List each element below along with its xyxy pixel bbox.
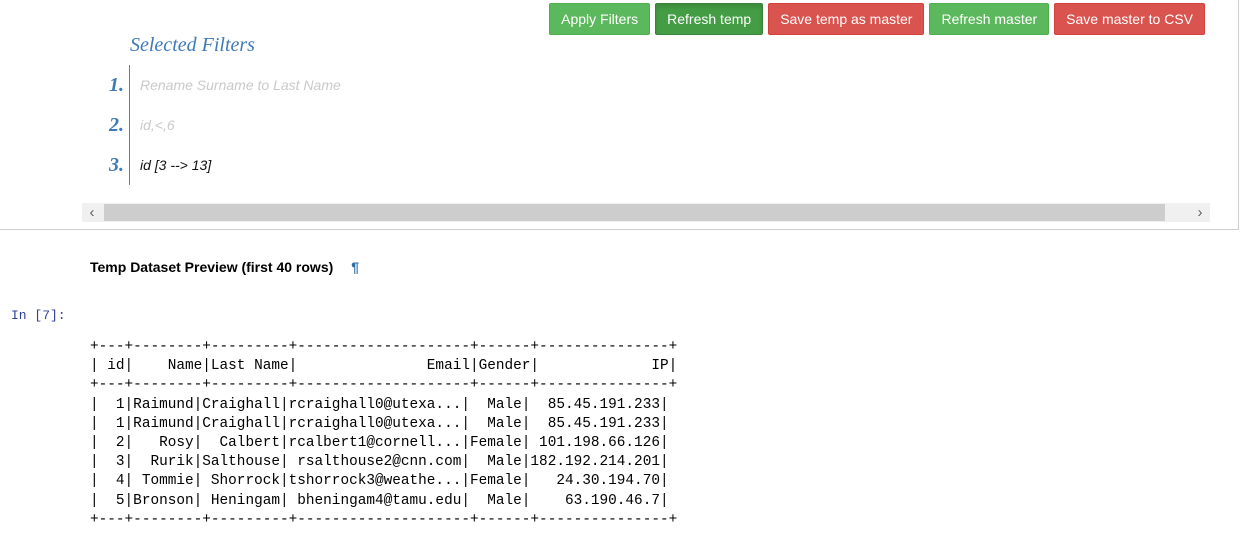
- table-border-line: +---+--------+---------+----------------…: [90, 511, 678, 528]
- filter-item[interactable]: 3. id [3 --> 13]: [100, 145, 700, 185]
- filter-text: id,<,6: [129, 105, 175, 145]
- table-row: | 4| Tommie| Shorrock|tshorrock3@weathe.…: [90, 473, 669, 490]
- refresh-master-button[interactable]: Refresh master: [929, 3, 1050, 35]
- filter-text: id [3 --> 13]: [129, 145, 211, 185]
- preview-heading-text: Temp Dataset Preview (first 40 rows): [90, 259, 334, 275]
- selected-filters-title: Selected Filters: [130, 34, 255, 56]
- dataset-preview-output: +---+--------+---------+----------------…: [90, 338, 677, 530]
- table-row: | 2| Rosy| Calbert|rcalbert1@cornell...|…: [90, 435, 669, 452]
- scroll-right-icon[interactable]: ›: [1190, 203, 1210, 222]
- filter-item[interactable]: 2. id,<,6: [100, 105, 700, 145]
- save-master-to-csv-button[interactable]: Save master to CSV: [1054, 3, 1205, 35]
- table-row: | 3| Rurik|Salthouse| rsalthouse2@cnn.co…: [90, 454, 669, 471]
- filter-item[interactable]: 1. Rename Surname to Last Name: [100, 65, 700, 105]
- horizontal-scrollbar[interactable]: ‹ ›: [82, 203, 1210, 222]
- filter-number: 1.: [109, 73, 124, 96]
- table-header-row: | id| Name|Last Name| Email|Gender| IP|: [90, 358, 678, 375]
- preview-heading: Temp Dataset Preview (first 40 rows) ¶: [90, 259, 359, 275]
- filter-number: 2.: [109, 113, 124, 136]
- table-row: | 1|Raimund|Craighall|rcraighall0@utexa.…: [90, 415, 669, 432]
- table-border-line: +---+--------+---------+----------------…: [90, 339, 678, 355]
- scrollbar-thumb[interactable]: [104, 204, 1165, 221]
- filter-number: 3.: [109, 153, 124, 176]
- cell-input-prompt: In [7]:: [11, 308, 66, 323]
- filter-list: 1. Rename Surname to Last Name 2. id,<,6…: [100, 65, 700, 185]
- filter-text: Rename Surname to Last Name: [129, 65, 341, 105]
- table-row: | 1|Raimund|Craighall|rcraighall0@utexa.…: [90, 396, 669, 413]
- scroll-left-icon[interactable]: ‹: [82, 203, 102, 222]
- table-border-line: +---+--------+---------+----------------…: [90, 377, 678, 394]
- action-toolbar: Apply Filters Refresh temp Save temp as …: [549, 3, 1205, 35]
- table-row: | 5|Bronson| Heningam| bheningam4@tamu.e…: [90, 492, 669, 509]
- apply-filters-button[interactable]: Apply Filters: [549, 3, 651, 35]
- anchor-link-icon[interactable]: ¶: [351, 259, 359, 275]
- save-temp-as-master-button[interactable]: Save temp as master: [768, 3, 925, 35]
- refresh-temp-button[interactable]: Refresh temp: [655, 3, 764, 35]
- filter-widget-panel: Apply Filters Refresh temp Save temp as …: [0, 0, 1239, 230]
